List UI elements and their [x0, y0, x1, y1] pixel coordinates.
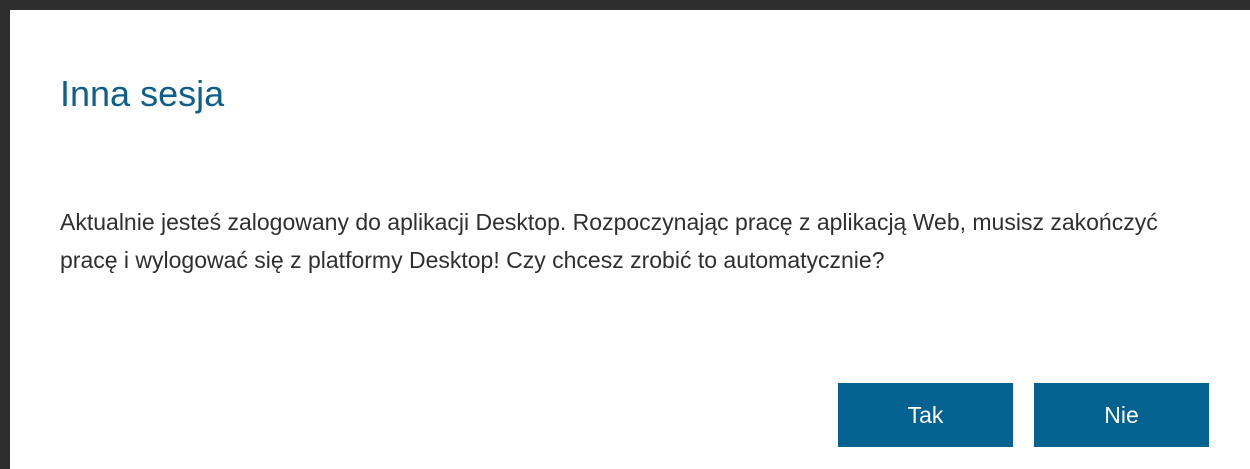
dialog-title: Inna sesja — [60, 73, 225, 114]
dialog-buttons: Tak Nie — [838, 383, 1209, 447]
dialog-message: Aktualnie jesteś zalogowany do aplikacji… — [60, 209, 1158, 273]
session-dialog: Inna sesja Aktualnie jesteś zalogowany d… — [20, 20, 1250, 469]
no-button[interactable]: Nie — [1034, 383, 1209, 447]
yes-button[interactable]: Tak — [838, 383, 1013, 447]
window-frame: Inna sesja Aktualnie jesteś zalogowany d… — [0, 0, 1250, 469]
